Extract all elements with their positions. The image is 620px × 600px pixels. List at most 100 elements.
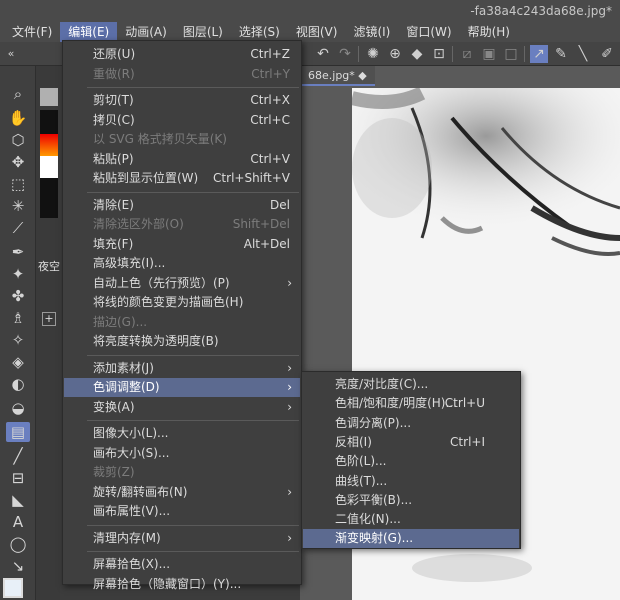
- brush-tool-icon[interactable]: ♗: [6, 308, 30, 328]
- edit-menu-item[interactable]: 屏幕拾色（隐藏窗口）(Y)...: [64, 575, 300, 594]
- menu-item-shortcut: Ctrl+Z: [250, 47, 290, 61]
- bucket-icon[interactable]: ◒: [6, 398, 30, 418]
- menu-item-shortcut: Ctrl+Shift+V: [213, 171, 290, 185]
- frame-tool-icon[interactable]: ⊟: [6, 468, 30, 488]
- collapse-icon[interactable]: «: [2, 45, 20, 63]
- menu-item-label: 重做(R): [93, 66, 135, 81]
- tone-menu-item[interactable]: 反相(I) Ctrl+I: [303, 433, 519, 452]
- edit-menu-item[interactable]: 色调调整(D) ›: [64, 378, 300, 397]
- tone-menu-item[interactable]: 曲线(T)...: [303, 472, 519, 491]
- pen-tool-icon[interactable]: ✒: [6, 242, 30, 262]
- eraser-icon[interactable]: ◈: [6, 352, 30, 372]
- edit-menu-item[interactable]: 屏幕拾色(X)...: [64, 555, 300, 574]
- tone-menu-item[interactable]: 渐变映射(G)...: [303, 529, 519, 549]
- edit-menu-item[interactable]: 填充(F) Alt+Del: [64, 235, 300, 254]
- menu-8[interactable]: 帮助(H): [460, 22, 518, 42]
- edit-menu-dropdown: 还原(U) Ctrl+Z 重做(R) Ctrl+Y 剪切(T) Ctrl+X 拷贝(C) Ct…: [62, 40, 302, 591]
- menu-item-label: 色调调整(D): [93, 380, 160, 394]
- edit-menu-item[interactable]: 清除(E) Del: [64, 196, 300, 215]
- airbrush-icon[interactable]: ✧: [6, 330, 30, 350]
- menu-list: 文件(F) 编辑(E) 动画(A) 图层(L) 选择(S) 视图(V) 滤镜(I) 窗口(W)…: [4, 22, 518, 42]
- menu-item-label: 图像大小(L)...: [93, 426, 169, 440]
- menu-1[interactable]: 编辑(E): [60, 22, 118, 42]
- main-color-swatch[interactable]: [3, 578, 23, 598]
- menu-separator: [87, 87, 299, 88]
- pen-icon[interactable]: ✐: [598, 45, 616, 63]
- redo-icon[interactable]: ↷: [336, 45, 354, 63]
- menu-item-shortcut: Del: [270, 197, 290, 212]
- slash-icon[interactable]: ⧄: [458, 45, 476, 63]
- edit-menu-item[interactable]: 清理内存(M) ›: [64, 529, 300, 548]
- square-icon[interactable]: □: [502, 45, 520, 63]
- tone-menu-item[interactable]: 色相/饱和度/明度(H)... Ctrl+U: [303, 394, 519, 413]
- menu-4[interactable]: 选择(S): [231, 22, 288, 42]
- document-tab[interactable]: 68e.jpg* ◆: [300, 66, 375, 86]
- chevron-right-icon: ›: [287, 399, 292, 414]
- edit-menu-item[interactable]: 清除选区外部(O) Shift+Del: [64, 215, 300, 234]
- edit-menu-item[interactable]: 画布属性(V)...: [64, 502, 300, 521]
- undo-icon[interactable]: ↶: [314, 45, 332, 63]
- frame-icon[interactable]: ▣: [480, 45, 498, 63]
- menu-7[interactable]: 窗口(W): [398, 22, 459, 42]
- edit-menu-item[interactable]: 裁剪(Z): [64, 463, 300, 482]
- edit-menu-item[interactable]: 粘贴到显示位置(W) Ctrl+Shift+V: [64, 169, 300, 188]
- transform-icon[interactable]: ⊡: [430, 45, 448, 63]
- edit-menu-item[interactable]: 自动上色（先行预览）(P) ›: [64, 274, 300, 293]
- menu-5[interactable]: 视图(V): [288, 22, 346, 42]
- move-icon[interactable]: ✥: [6, 152, 30, 172]
- globe-icon[interactable]: ⊕: [386, 45, 404, 63]
- edit-menu-item[interactable]: 画布大小(S)...: [64, 444, 300, 463]
- edit-menu-item[interactable]: 还原(U) Ctrl+Z: [64, 45, 300, 64]
- magnifier-icon[interactable]: ⌕: [6, 84, 30, 104]
- sparkle-icon[interactable]: ✦: [6, 264, 30, 284]
- menu-0[interactable]: 文件(F): [4, 22, 60, 42]
- figure-line-icon[interactable]: ╱: [6, 446, 30, 466]
- tone-menu-item[interactable]: 亮度/对比度(C)...: [303, 375, 519, 394]
- menu-item-label: 清除(E): [93, 197, 134, 212]
- menu-3[interactable]: 图层(L): [175, 22, 231, 42]
- ruler-icon[interactable]: ◣: [6, 490, 30, 510]
- tone-menu-item[interactable]: 色彩平衡(B)...: [303, 491, 519, 510]
- tone-menu-item[interactable]: 色调分离(P)...: [303, 414, 519, 433]
- object-icon[interactable]: ⬡: [6, 130, 30, 150]
- blend-icon[interactable]: ◐: [6, 374, 30, 394]
- edit-menu-item[interactable]: 剪切(T) Ctrl+X: [64, 91, 300, 110]
- sun-icon[interactable]: ✺: [364, 45, 382, 63]
- brush-icon[interactable]: ✎: [552, 45, 570, 63]
- edit-menu-item[interactable]: 以 SVG 格式拷贝矢量(K): [64, 130, 300, 149]
- decoration-icon[interactable]: ✤: [6, 286, 30, 306]
- eyedropper-icon[interactable]: ⟋: [6, 218, 30, 238]
- edit-menu-item[interactable]: 描边(G)...: [64, 313, 300, 332]
- menu-item-label: 画布大小(S)...: [93, 445, 170, 460]
- tone-menu-item[interactable]: 色阶(L)...: [303, 452, 519, 471]
- tone-menu-item[interactable]: 二值化(N)...: [303, 510, 519, 529]
- edit-menu-item[interactable]: 将亮度转换为透明度(B): [64, 332, 300, 351]
- edit-menu-item[interactable]: 拷贝(C) Ctrl+C: [64, 111, 300, 130]
- fill-icon[interactable]: ◆: [408, 45, 426, 63]
- menu-separator: [87, 191, 299, 193]
- edit-menu-item[interactable]: 图像大小(L)...: [64, 424, 300, 443]
- edit-menu-item[interactable]: 高级填充(I)...: [64, 254, 300, 273]
- text-icon[interactable]: A: [6, 512, 30, 532]
- menu-item-label: 将线的颜色变更为描画色(H): [93, 295, 244, 309]
- add-icon[interactable]: +: [42, 312, 56, 326]
- red-swatch: [40, 134, 58, 156]
- menu-item-label: 二值化(N)...: [335, 512, 401, 527]
- menu-6[interactable]: 滤镜(I): [345, 22, 398, 42]
- line-icon[interactable]: ╲: [574, 45, 592, 63]
- edit-menu-item[interactable]: 旋转/翻转画布(N) ›: [64, 483, 300, 502]
- correct-line-icon[interactable]: ↘: [6, 556, 30, 576]
- marquee-icon[interactable]: ⬚: [6, 174, 30, 194]
- edit-menu-item[interactable]: 粘贴(P) Ctrl+V: [64, 150, 300, 169]
- edit-menu-item[interactable]: 添加素材(J) ›: [64, 359, 300, 378]
- pen-ruler-icon[interactable]: ↗: [530, 45, 548, 63]
- balloon-icon[interactable]: ◯: [6, 534, 30, 554]
- magic-wand-icon[interactable]: ✳: [6, 196, 30, 216]
- gradient-icon[interactable]: ▤: [6, 422, 30, 442]
- edit-menu-item[interactable]: 重做(R) Ctrl+Y: [64, 65, 300, 84]
- edit-menu-item[interactable]: 将线的颜色变更为描画色(H): [64, 293, 300, 312]
- edit-menu-item[interactable]: 变换(A) ›: [64, 398, 300, 417]
- menu-item-label: 粘贴到显示位置(W): [93, 171, 199, 185]
- menu-2[interactable]: 动画(A): [117, 22, 175, 42]
- hand-icon[interactable]: ✋: [6, 108, 30, 128]
